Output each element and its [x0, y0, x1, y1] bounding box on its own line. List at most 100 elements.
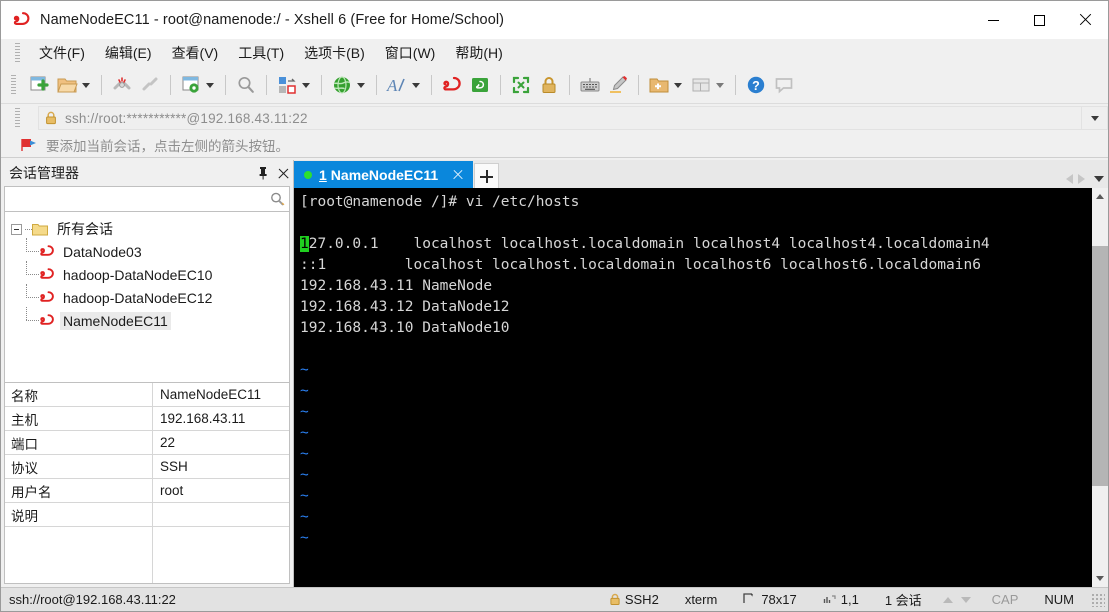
- open-folder-icon: [57, 78, 78, 93]
- session-icon: [39, 267, 55, 282]
- terminal-screen[interactable]: [root@namenode /]# vi /etc/hosts 127.0.0…: [294, 188, 1091, 587]
- tree-item-hadoop-datanodeec10[interactable]: hadoop-DataNodeEC10: [5, 261, 289, 286]
- chevron-down-icon[interactable]: [302, 82, 310, 88]
- property-row-host: 主机 192.168.43.11: [5, 407, 289, 431]
- encoding-button[interactable]: [328, 71, 370, 99]
- terminal-area: [root@namenode /]# vi /etc/hosts 127.0.0…: [294, 188, 1108, 587]
- scroll-up-button[interactable]: [1092, 188, 1108, 205]
- lock-button[interactable]: [535, 71, 563, 99]
- address-input[interactable]: ssh://root:***********@192.168.43.11:22: [38, 106, 1082, 130]
- tree-root-all-sessions[interactable]: 所有会话: [5, 218, 289, 240]
- session-properties-button[interactable]: [177, 71, 219, 99]
- tree-item-datanode03[interactable]: DataNode03: [5, 238, 289, 263]
- session-search-input[interactable]: [9, 191, 269, 207]
- scrollbar-track[interactable]: [1092, 205, 1108, 570]
- menu-file[interactable]: 文件(F): [29, 40, 95, 66]
- add-folder-button[interactable]: [645, 71, 687, 99]
- property-value: NameNodeEC11: [160, 387, 262, 402]
- new-tab-button[interactable]: [474, 163, 500, 188]
- menu-view[interactable]: 查看(V): [162, 40, 229, 66]
- tree-item-hadoop-datanodeec12[interactable]: hadoop-DataNodeEC12: [5, 284, 289, 309]
- help-button[interactable]: ?: [742, 71, 770, 99]
- tree-item-label: NameNodeEC11: [60, 311, 171, 330]
- tab-number: 1: [319, 166, 327, 183]
- tab-namenodeec11[interactable]: 1 NameNodeEC11: [294, 161, 474, 188]
- split-view-icon: [692, 78, 710, 92]
- property-row-description: 说明: [5, 503, 289, 527]
- close-panel-button[interactable]: [273, 163, 293, 183]
- tree-item-namenodeec11[interactable]: NameNodeEC11: [5, 307, 289, 332]
- highlight-button[interactable]: [604, 71, 632, 99]
- toolbar: A ?: [1, 67, 1108, 104]
- session-search-box[interactable]: [4, 186, 290, 212]
- minimize-button[interactable]: [970, 1, 1016, 39]
- terminal-line: 192.168.43.10 DataNode10: [300, 320, 510, 336]
- address-dropdown-button[interactable]: [1082, 106, 1108, 130]
- cursor-icon: [823, 592, 836, 608]
- chevron-down-icon[interactable]: [206, 82, 214, 88]
- session-manager-title: 会话管理器: [9, 165, 79, 181]
- chevron-down-icon[interactable]: [674, 82, 682, 88]
- resize-grip-icon[interactable]: [1091, 592, 1105, 607]
- chevron-right-icon[interactable]: [1078, 174, 1085, 184]
- open-session-button[interactable]: [53, 71, 95, 99]
- toolbar-separator: [569, 75, 570, 95]
- tab-close-button[interactable]: [449, 166, 467, 184]
- property-key: 用户名: [5, 479, 153, 502]
- chevron-down-icon[interactable]: [716, 82, 724, 88]
- layout-button[interactable]: [273, 71, 315, 99]
- keyboard-button[interactable]: [576, 71, 604, 99]
- scrollbar-thumb[interactable]: [1092, 246, 1108, 486]
- property-key: 名称: [5, 383, 153, 406]
- font-button[interactable]: A: [383, 71, 425, 99]
- address-drag-grip[interactable]: [15, 108, 20, 128]
- maximize-button[interactable]: [1016, 1, 1062, 39]
- reconnect-button[interactable]: [136, 71, 164, 99]
- menu-window[interactable]: 窗口(W): [375, 40, 446, 66]
- chevron-down-icon[interactable]: [82, 82, 90, 88]
- property-row-name: 名称 NameNodeEC11: [5, 383, 289, 407]
- menu-help[interactable]: 帮助(H): [445, 40, 512, 66]
- session-properties-icon: [182, 76, 199, 93]
- xshell-button[interactable]: [438, 71, 466, 99]
- menu-tabs[interactable]: 选项卡(B): [294, 40, 375, 66]
- feedback-button[interactable]: [770, 71, 798, 99]
- chevron-down-icon[interactable]: [1094, 176, 1104, 182]
- terminal-line: 27.0.0.1 localhost localhost.localdomain…: [308, 236, 990, 252]
- status-terminal-type: xterm: [684, 592, 718, 607]
- address-text: ssh://root:***********@192.168.43.11:22: [65, 110, 308, 126]
- resize-icon: [743, 592, 756, 608]
- close-button[interactable]: [1062, 1, 1108, 39]
- session-tree[interactable]: 所有会话 DataNode03 hadoop-DataNodeEC10 hado…: [4, 212, 290, 383]
- fullscreen-icon: [512, 76, 530, 94]
- terminal-scrollbar[interactable]: [1091, 188, 1108, 587]
- status-protocol: SSH2: [596, 588, 672, 612]
- search-icon[interactable]: [269, 191, 285, 207]
- toolbar-drag-grip[interactable]: [11, 75, 16, 95]
- chevron-down-icon[interactable]: [412, 82, 420, 88]
- property-value: root: [160, 483, 184, 498]
- fullscreen-button[interactable]: [507, 71, 535, 99]
- new-session-button[interactable]: [25, 71, 53, 99]
- terminal-tilde: ~: [300, 446, 309, 462]
- terminal-tilde: ~: [300, 362, 309, 378]
- xftp-button[interactable]: [466, 71, 494, 99]
- scroll-down-button[interactable]: [1092, 570, 1108, 587]
- property-value: [153, 503, 289, 526]
- xftp-icon: [472, 78, 488, 92]
- disconnect-button[interactable]: [108, 71, 136, 99]
- property-value: 192.168.43.11: [160, 411, 246, 426]
- find-button[interactable]: [232, 71, 260, 99]
- property-key: 端口: [5, 431, 153, 454]
- pin-panel-button[interactable]: [253, 163, 273, 183]
- tree-expander-icon[interactable]: [11, 223, 22, 235]
- menu-edit[interactable]: 编辑(E): [95, 40, 162, 66]
- menu-tools[interactable]: 工具(T): [228, 40, 294, 66]
- chevron-down-icon[interactable]: [357, 82, 365, 88]
- maximize-icon: [1033, 14, 1045, 26]
- folder-icon: [32, 223, 48, 236]
- terminal-tilde: ~: [300, 383, 309, 399]
- split-view-button[interactable]: [687, 71, 729, 99]
- chevron-left-icon[interactable]: [1066, 174, 1073, 184]
- menu-drag-grip[interactable]: [15, 43, 20, 63]
